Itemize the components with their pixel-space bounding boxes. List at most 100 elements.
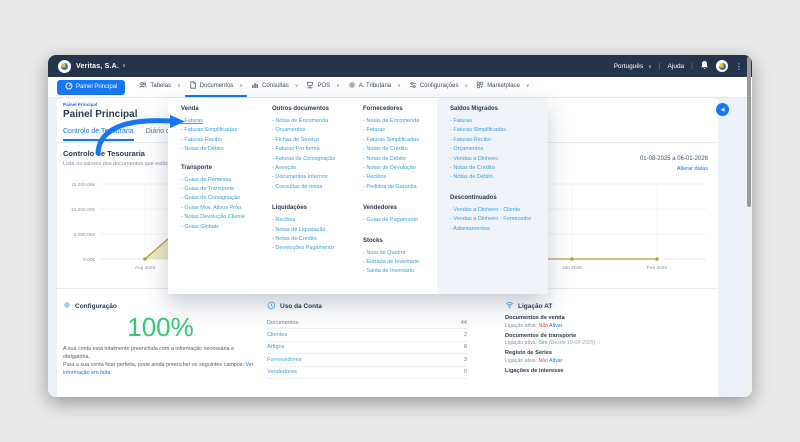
company-logo	[58, 60, 71, 73]
menu-item[interactable]: Notas de Débito	[450, 173, 542, 182]
menu-item[interactable]: Guias de Transporte	[181, 185, 267, 194]
avatar[interactable]	[716, 60, 728, 72]
completion-percent: 100%	[63, 312, 258, 343]
company-name[interactable]: Veritas, S.A.	[76, 63, 119, 70]
menu-item[interactable]: Adiantamentos	[450, 225, 542, 234]
menu-item[interactable]: Orçamentos	[450, 145, 542, 154]
menu-group-outros: Outros documentos Notas de Encomenda Orç…	[272, 106, 362, 192]
tab-controlo-de-tesouraria[interactable]: Controlo de Tesouraria	[63, 128, 134, 141]
menu-item[interactable]: Documentos Internos	[272, 173, 362, 182]
language-selector[interactable]: Português ∨	[614, 63, 652, 70]
kebab-menu-icon[interactable]: ⋮	[735, 62, 743, 71]
menu-item[interactable]: Faturas Simplificadas	[450, 126, 542, 135]
menu-item[interactable]: Faturas	[450, 117, 542, 126]
menu-item[interactable]: Faturas Simplificadas	[363, 136, 443, 145]
menu-item[interactable]: Pedidos de Garantia	[363, 183, 443, 192]
chevron-down-icon: ∨	[239, 83, 243, 89]
menu-item[interactable]: Guias Mov. Ativos Próp.	[181, 204, 267, 213]
menu-item[interactable]: Notas Devolução Cliente	[181, 213, 267, 222]
menu-item[interactable]: Guias de Remessa	[181, 176, 267, 185]
menu-item[interactable]: Notas de Encomenda	[363, 117, 443, 126]
topbar: Veritas, S.A. ∨ Português ∨ | Ajuda | ⋮	[48, 55, 752, 77]
page-title: Painel Principal	[63, 109, 137, 120]
menu-item[interactable]: Recibos	[272, 216, 362, 225]
svg-text:10.000,00€: 10.000,00€	[71, 207, 95, 213]
at-title: Ligação AT	[518, 303, 552, 310]
bell-icon[interactable]	[700, 60, 709, 72]
menu-item[interactable]: Faturas Pro forma	[272, 145, 362, 154]
menu-item[interactable]: Vendas a Dinheiro - Cliente	[450, 206, 542, 215]
nav-consultas[interactable]: Consultas∨	[247, 77, 302, 97]
menu-item[interactable]: Notas de Encomenda	[272, 117, 362, 126]
menu-item[interactable]: Notas de Crédito	[272, 235, 362, 244]
chevron-down-icon: ∨	[177, 83, 181, 89]
menu-item[interactable]: Faturas-Recibo	[181, 136, 267, 145]
chevron-down-icon: ∨	[295, 83, 299, 89]
menu-item[interactable]: Consultas de mesa	[272, 183, 362, 192]
menu-item[interactable]: Notas de Devolução	[363, 164, 443, 173]
usage-row-fornecedores[interactable]: Fornecedores3	[267, 354, 467, 366]
clock-icon	[267, 301, 276, 312]
svg-text:5.000,00€: 5.000,00€	[74, 232, 96, 238]
menu-item[interactable]: Vendas a Dinheiro - Fornecedor	[450, 215, 542, 224]
nav-tabelas[interactable]: Tabelas∨	[135, 77, 184, 97]
usage-row-clientes[interactable]: Clientes2	[267, 329, 467, 341]
chart-icon	[251, 81, 259, 91]
menu-item[interactable]: Notas de Débito	[181, 145, 267, 154]
menu-group-saldos-migrados: Saldos Migrados Faturas Faturas Simplifi…	[450, 106, 542, 183]
help-link[interactable]: Ajuda	[668, 63, 685, 70]
svg-text:15.000,00€: 15.000,00€	[71, 182, 95, 188]
config-title: Configuração	[75, 303, 117, 310]
usage-row-documentos: Documentos44	[267, 317, 467, 329]
activate-link[interactable]: Ativar	[549, 358, 562, 364]
scrollbar-thumb[interactable]	[747, 57, 751, 207]
gear-icon	[63, 301, 71, 311]
usage-row-artigos[interactable]: Artigos8	[267, 342, 467, 354]
nav-pos[interactable]: POS∨	[302, 77, 343, 97]
menu-group-vendedores: Vendedores Guias de Pagamento	[363, 205, 443, 225]
menu-item[interactable]: Notas de Crédito	[450, 164, 542, 173]
usage-row-vendedores[interactable]: Vendedores0	[267, 367, 467, 379]
menu-item[interactable]: Recibos	[363, 173, 443, 182]
people-icon	[139, 81, 147, 91]
scrollbar-track[interactable]	[747, 57, 751, 395]
config-card: Configuração 100% A sua conta está total…	[63, 289, 258, 397]
activate-link[interactable]: Ativar	[549, 323, 562, 329]
menu-item[interactable]: Nota de Quebra	[363, 249, 443, 258]
menu-group-fornecedores: Fornecedores Notas de Encomenda Faturas …	[363, 106, 443, 192]
change-dates-link[interactable]: Alterar datas	[677, 166, 708, 172]
nav-painel-principal[interactable]: Painel Principal	[57, 80, 125, 95]
menu-item[interactable]: Fichas de Serviço	[272, 136, 362, 145]
section-title: Controlo de Tesouraria	[63, 149, 145, 158]
settings-icon	[409, 81, 417, 91]
collapse-arrow-icon: ◀	[721, 107, 725, 113]
menu-item[interactable]: Guias Globais	[181, 223, 267, 232]
chevron-down-icon: ∨	[648, 64, 652, 70]
menu-item[interactable]: Faturas-Recibo	[450, 136, 542, 145]
breadcrumb[interactable]: Painel Principal	[63, 102, 97, 107]
menu-item[interactable]: Notas de Crédito	[363, 145, 443, 154]
svg-text:Feb 2026: Feb 2026	[647, 265, 668, 271]
menu-item[interactable]: Saída de Inventário	[363, 267, 443, 276]
menu-item[interactable]: Vendas a Dinheiro	[450, 155, 542, 164]
menu-item[interactable]: Guias de Pagamento	[363, 216, 443, 225]
at-entry-interesse: Ligações de interesse	[505, 368, 710, 374]
collapse-panel-button[interactable]: ◀	[716, 103, 729, 116]
menu-group-descontinuados: Descontinuados Vendas a Dinheiro - Clien…	[450, 195, 542, 234]
menu-item[interactable]: Entrada de Inventário	[363, 258, 443, 267]
menu-item[interactable]: Faturas Simplificadas	[181, 126, 267, 135]
menu-item[interactable]: Avenças	[272, 164, 362, 173]
menu-item[interactable]: Notas de Liquidação	[272, 226, 362, 235]
nav-marketplace[interactable]: Marketplace∨	[472, 77, 533, 97]
menu-item[interactable]: Faturas de Consignação	[272, 155, 362, 164]
menu-item[interactable]: Faturas	[363, 126, 443, 135]
menu-item[interactable]: Guias de Consignação	[181, 194, 267, 203]
menu-item[interactable]: Devoluções Pagamento	[272, 244, 362, 253]
menu-item[interactable]: Notas de Débito	[363, 155, 443, 164]
menu-item-faturas[interactable]: Faturas	[181, 117, 267, 126]
nav-documentos[interactable]: Documentos∨	[185, 77, 247, 97]
nav-a-tributaria[interactable]: A. Tributária∨	[344, 77, 405, 97]
nav-configuracoes[interactable]: Configurações∨	[405, 77, 472, 97]
chevron-down-icon: ∨	[336, 83, 340, 89]
menu-item[interactable]: Orçamentos	[272, 126, 362, 135]
